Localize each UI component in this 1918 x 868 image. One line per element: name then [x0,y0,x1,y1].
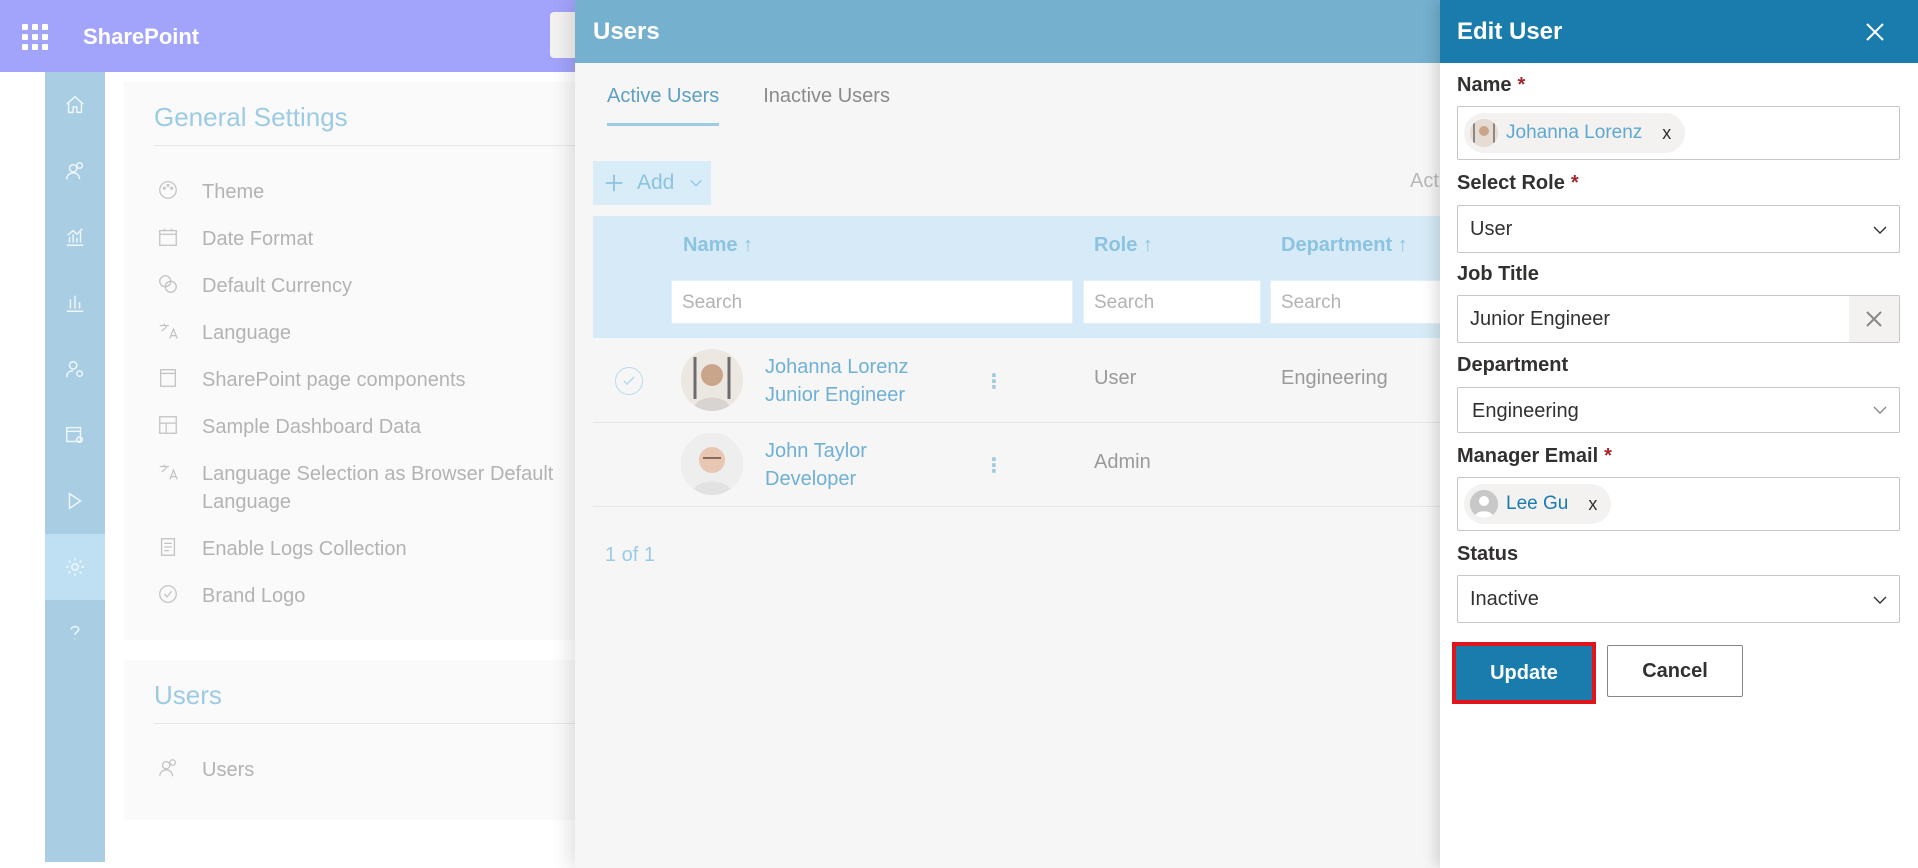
update-button[interactable]: Update [1452,642,1596,704]
translate-icon [156,319,180,343]
role-label: Select Role * [1457,172,1579,194]
app-title[interactable]: SharePoint [83,24,199,50]
settings-item-theme[interactable]: Theme [156,178,582,206]
help-icon[interactable] [45,600,105,666]
user-name-link[interactable]: Johanna Lorenz Junior Engineer [765,353,908,409]
page-settings-icon[interactable] [45,402,105,468]
add-button[interactable]: Add [593,161,711,205]
pagination-text: 1 of 1 [605,544,656,566]
chevron-down-icon [1871,401,1889,419]
currency-icon [156,272,180,296]
divider [154,723,584,724]
role-dropdown[interactable]: User [1457,205,1900,253]
name-label: Name * [1457,74,1526,96]
palette-icon [156,178,180,202]
edit-user-panel: Edit User Name * Johanna Lorenz x Select … [1440,0,1918,868]
role-cell: User [1094,367,1137,389]
avatar [681,433,743,495]
column-header-name[interactable]: Name ↑ [683,234,753,257]
play-icon[interactable] [45,468,105,534]
table-row[interactable]: John Taylor Developer ⋮ Admin [593,423,1440,507]
grid-header: Name ↑ Role ↑ Department ↑ Search Search… [593,216,1440,338]
user-tabs: Active Users Inactive Users [607,85,934,126]
log-icon [156,535,180,559]
edit-panel-header: Edit User [1440,0,1918,63]
more-options-icon[interactable]: ⋮ [984,453,1004,478]
settings-item-page-components[interactable]: SharePoint page components [156,366,582,394]
tab-inactive-users[interactable]: Inactive Users [763,85,890,126]
manager-people-picker[interactable]: Lee Gu x [1457,477,1900,531]
chevron-down-icon [690,179,703,187]
status-label: Status [1457,543,1519,565]
settings-item-logs[interactable]: Enable Logs Collection [156,535,582,563]
translate-icon [156,460,180,484]
settings-item-browser-language[interactable]: Language Selection as Browser Default La… [156,460,582,516]
general-settings-card: General Settings Theme Date Format Defau… [124,82,584,640]
row-checkbox[interactable] [615,367,643,395]
search-input-department[interactable]: Search [1270,280,1440,324]
job-title-field[interactable]: Junior Engineer [1457,295,1900,343]
settings-item-default-currency[interactable]: Default Currency [156,272,582,300]
close-icon [1866,311,1882,327]
app-launcher-icon[interactable] [22,24,48,50]
calendar-icon [156,225,180,249]
edit-panel-title: Edit User [1457,18,1563,45]
gear-icon[interactable] [45,534,105,600]
badge-icon [156,582,180,606]
settings-item-brand-logo[interactable]: Brand Logo [156,582,582,610]
plus-icon [605,174,623,192]
action-label-partial[interactable]: Act [1410,170,1439,193]
settings-item-language[interactable]: Language [156,319,582,347]
settings-item-date-format[interactable]: Date Format [156,225,582,253]
search-input-name[interactable]: Search [671,280,1073,324]
user-settings-icon[interactable] [45,336,105,402]
tab-active-users[interactable]: Active Users [607,85,720,126]
remove-persona-icon[interactable]: x [1662,123,1671,144]
chart-icon[interactable] [45,204,105,270]
users-panel: Users Active Users Inactive Users Add Ac… [575,0,1440,868]
cancel-button[interactable]: Cancel [1607,645,1743,697]
dashboard-icon [156,413,180,437]
settings-title: General Settings [154,102,348,132]
remove-persona-icon[interactable]: x [1588,494,1597,515]
page-icon [156,366,180,390]
status-dropdown[interactable]: Inactive [1457,575,1900,623]
job-title-label: Job Title [1457,263,1539,285]
settings-item-sample-dashboard[interactable]: Sample Dashboard Data [156,413,582,441]
persona-name: Lee Gu [1506,493,1569,514]
column-header-department[interactable]: Department ↑ [1281,234,1408,257]
home-icon[interactable] [45,72,105,138]
clear-field-button[interactable] [1849,296,1899,342]
chevron-down-icon [1871,591,1889,609]
divider [154,145,584,146]
people-icon[interactable] [45,138,105,204]
more-options-icon[interactable]: ⋮ [984,369,1004,394]
persona-name: Johanna Lorenz [1506,122,1643,143]
checkmark-icon [623,376,635,386]
avatar [681,349,743,411]
left-nav-rail [45,72,105,862]
column-header-role[interactable]: Role ↑ [1094,234,1153,257]
users-settings-card: Users Users [124,660,584,820]
department-dropdown[interactable]: Engineering [1457,387,1900,433]
name-people-picker[interactable]: Johanna Lorenz x [1457,106,1900,160]
users-card-title: Users [154,680,222,710]
avatar [1470,119,1498,147]
bar-chart-icon[interactable] [45,270,105,336]
search-input-role[interactable]: Search [1083,280,1261,324]
people-icon [156,756,180,780]
avatar [1470,490,1498,518]
manager-email-label: Manager Email * [1457,445,1612,467]
persona-chip[interactable]: Johanna Lorenz x [1464,113,1686,153]
persona-chip[interactable]: Lee Gu x [1464,484,1612,524]
department-label: Department [1457,354,1569,376]
role-cell: Admin [1094,451,1151,473]
users-panel-title: Users [575,0,1440,63]
chevron-down-icon [1871,221,1889,239]
department-cell: Engineering [1281,367,1388,389]
table-row[interactable]: Johanna Lorenz Junior Engineer ⋮ User En… [593,339,1440,423]
settings-item-users[interactable]: Users [156,756,582,784]
close-icon[interactable] [1862,19,1888,45]
user-name-link[interactable]: John Taylor Developer [765,437,867,493]
